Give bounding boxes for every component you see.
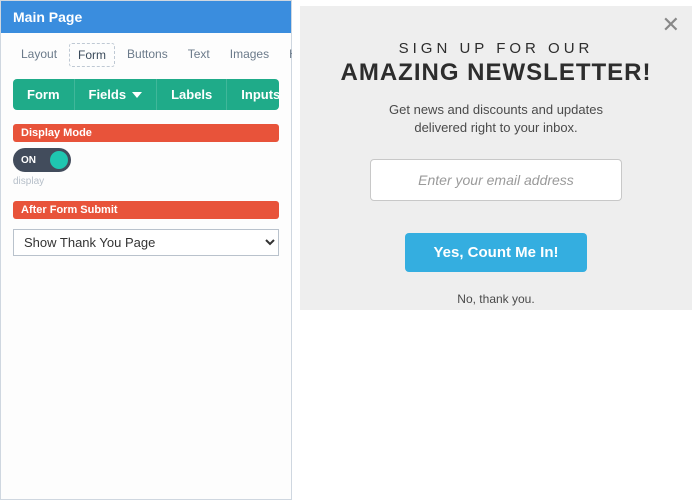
- subnav-fields[interactable]: Fields: [75, 79, 158, 110]
- toggle-state-text: ON: [21, 155, 36, 166]
- display-mode-label: Display Mode: [13, 124, 279, 142]
- email-field[interactable]: [370, 159, 622, 201]
- tabs-row: Layout Form Buttons Text Images HTML: [1, 33, 291, 75]
- display-hint: display: [13, 176, 279, 187]
- subnav-labels[interactable]: Labels: [157, 79, 227, 110]
- subnav-inputs[interactable]: Inputs: [227, 79, 279, 110]
- after-submit-label: After Form Submit: [13, 201, 279, 219]
- chevron-down-icon: [132, 92, 142, 98]
- tab-text[interactable]: Text: [180, 43, 218, 67]
- after-submit-select[interactable]: Show Thank You Page: [13, 229, 279, 256]
- modal-eyebrow: SIGN UP FOR OUR: [300, 40, 692, 57]
- decline-link[interactable]: No, thank you.: [300, 292, 692, 306]
- tab-images[interactable]: Images: [222, 43, 277, 67]
- display-mode-toggle[interactable]: ON: [13, 148, 71, 172]
- toggle-knob: [50, 151, 68, 169]
- tab-layout[interactable]: Layout: [13, 43, 65, 67]
- close-icon[interactable]: ✕: [662, 14, 680, 36]
- form-subnav: Form Fields Labels Inputs: [13, 79, 279, 110]
- preview-panel: ✕ SIGN UP FOR OUR AMAZING NEWSLETTER! Ge…: [292, 0, 700, 500]
- subnav-form[interactable]: Form: [13, 79, 75, 110]
- modal-headline: AMAZING NEWSLETTER!: [300, 59, 692, 87]
- tab-form[interactable]: Form: [69, 43, 115, 67]
- modal-subtext: Get news and discounts and updates deliv…: [300, 101, 692, 137]
- settings-panel: Main Page Layout Form Buttons Text Image…: [0, 0, 292, 500]
- newsletter-modal: ✕ SIGN UP FOR OUR AMAZING NEWSLETTER! Ge…: [300, 6, 692, 310]
- subnav-fields-label: Fields: [89, 87, 127, 102]
- tab-buttons[interactable]: Buttons: [119, 43, 176, 67]
- panel-title: Main Page: [1, 1, 291, 33]
- submit-button[interactable]: Yes, Count Me In!: [405, 233, 586, 272]
